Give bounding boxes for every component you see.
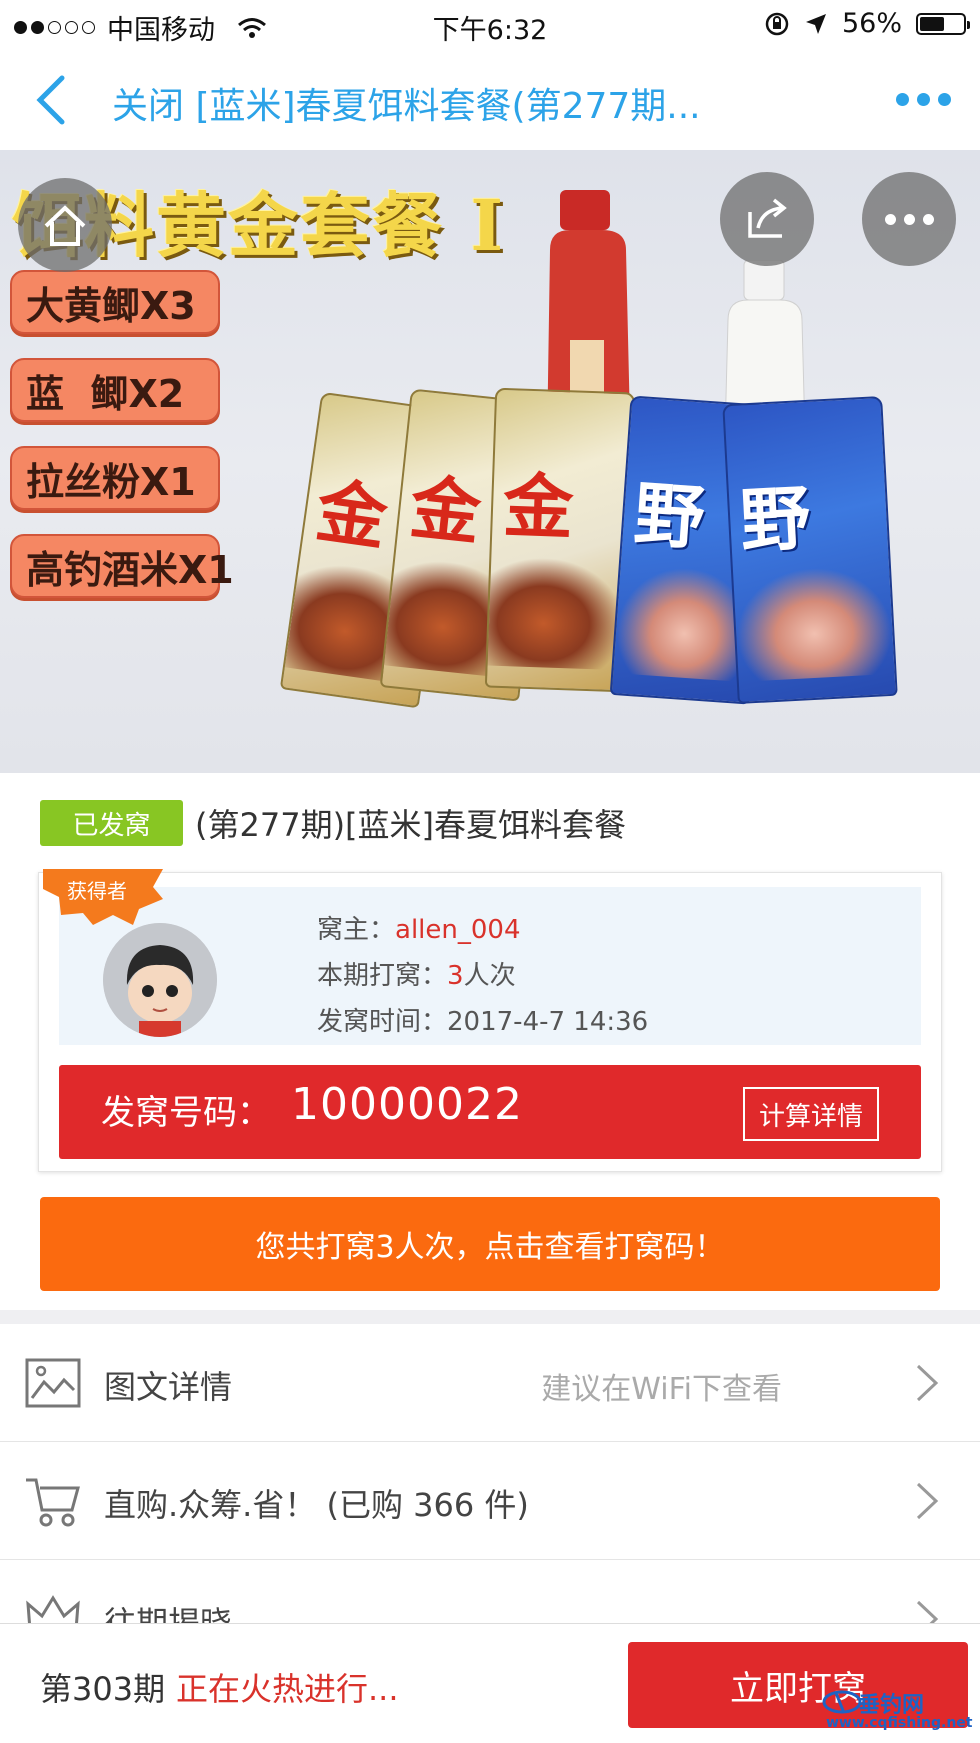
nav-bar: 关闭 [蓝米]春夏饵料套餐(第277期... <box>0 50 980 150</box>
hero-tag: 大黄鲫X3 <box>10 270 220 334</box>
image-icon <box>25 1358 81 1408</box>
time-line: 发窝时间：2017-4-7 14:36 <box>317 1007 649 1037</box>
bottom-bar: 第303期 正在火热进行... 立即打窝 垂钓网 www.cqfishing.n… <box>0 1623 980 1743</box>
hero-tag: 高钓酒米X1 <box>10 534 234 598</box>
more-options-button[interactable] <box>862 172 956 266</box>
owner-name[interactable]: allen_004 <box>395 915 520 945</box>
list-item-label: 直购.众筹.省！ (已购 366 件) <box>104 1486 529 1524</box>
product-image: 饵料黄金套餐 I 大黄鲫X3 蓝 鲫X2 拉丝粉X1 高钓酒米X1 金 金 金 … <box>0 150 980 773</box>
winner-card: 窝主：allen_004 本期打窝：3人次 发窝时间：2017-4-7 14:3… <box>38 869 942 1172</box>
chevron-right-icon <box>916 1364 939 1402</box>
location-icon <box>805 13 826 34</box>
chevron-right-icon <box>916 1482 939 1520</box>
home-button[interactable] <box>18 178 112 272</box>
period-status: 正在火热进行... <box>176 1670 399 1708</box>
avatar[interactable] <box>103 923 217 1037</box>
winning-code: 10000022 <box>291 1079 523 1130</box>
list-item-purchase[interactable]: 直购.众筹.省！ (已购 366 件) <box>0 1442 980 1560</box>
view-codes-button[interactable]: 您共打窝3人次，点击查看打窝码！ <box>40 1197 940 1291</box>
ribbon-label: 获得者 <box>67 879 127 903</box>
hero-tag: 拉丝粉X1 <box>10 446 220 510</box>
status-badge: 已发窝 <box>40 800 183 846</box>
list-item-details[interactable]: 图文详情 建议在WiFi下查看 <box>0 1324 980 1442</box>
battery-icon <box>916 12 970 35</box>
home-icon <box>44 205 86 246</box>
product-title: (第277期)[蓝米]春夏饵料套餐 <box>195 806 627 844</box>
current-period: 第303期 <box>40 1670 166 1708</box>
list-item-label: 图文详情 <box>104 1368 233 1406</box>
status-bar: 中国移动 下午6:32 56% <box>0 0 980 50</box>
watermark: 垂钓网 www.cqfishing.net <box>822 1687 972 1737</box>
product-title-row: 已发窝 (第277期)[蓝米]春夏饵料套餐 <box>40 800 626 846</box>
more-icon[interactable] <box>888 84 958 114</box>
owner-line: 窝主：allen_004 <box>317 915 521 945</box>
battery-percent: 56% <box>841 8 902 39</box>
times-line: 本期打窝：3人次 <box>317 961 516 991</box>
code-label: 发窝号码： <box>101 1093 271 1133</box>
rotation-lock-icon <box>765 12 789 35</box>
watermark-logo-icon <box>822 1690 862 1714</box>
list-item-hint: 建议在WiFi下查看 <box>541 1372 782 1407</box>
share-icon <box>748 198 787 238</box>
cart-icon <box>26 1478 80 1527</box>
page-title[interactable]: 关闭 [蓝米]春夏饵料套餐(第277期... <box>112 77 701 129</box>
back-icon[interactable] <box>30 72 80 128</box>
share-button[interactable] <box>720 172 814 266</box>
blue-bait-packet: 野 <box>722 396 898 704</box>
calc-details-button[interactable]: 计算详情 <box>743 1087 879 1141</box>
hero-tag: 蓝 鲫X2 <box>10 358 220 422</box>
section-divider <box>0 1310 980 1324</box>
watermark-url: www.cqfishing.net <box>826 1715 973 1731</box>
battery-fill <box>920 16 944 31</box>
winning-code-bar: 发窝号码： 10000022 计算详情 <box>59 1065 921 1159</box>
status-right: 56% <box>764 8 970 39</box>
